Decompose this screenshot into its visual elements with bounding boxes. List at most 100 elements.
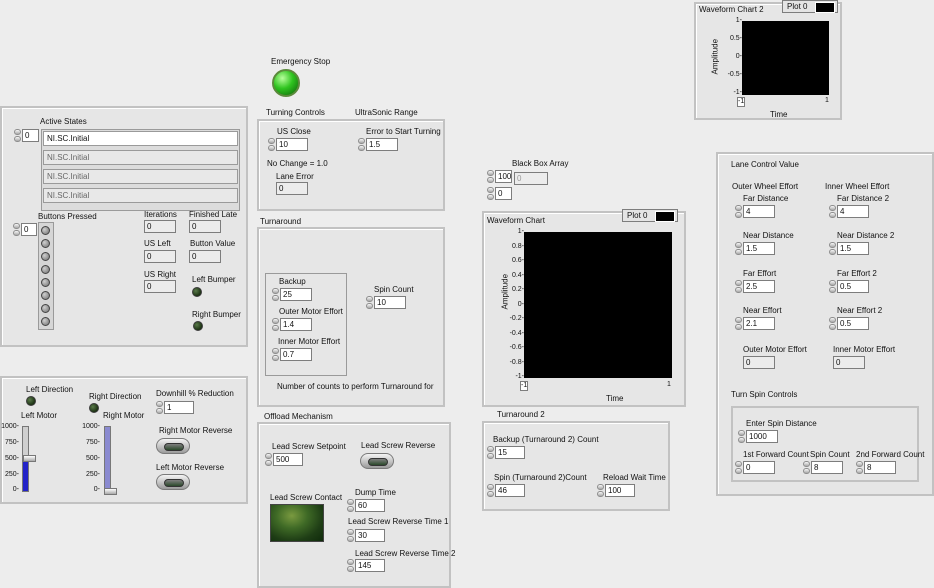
error-to-start-turning-spinner[interactable] — [358, 138, 365, 151]
plot-legend-label: Plot 0 — [787, 2, 808, 11]
left-direction-label: Left Direction — [26, 385, 74, 394]
waveform-chart-x-min[interactable]: -1 — [520, 381, 528, 391]
lead-screw-reverse-label: Lead Screw Reverse — [361, 441, 436, 450]
waveform-chart2-x-label: Time — [770, 110, 788, 119]
left-motor-slider-fill — [23, 458, 28, 491]
right-motor-slider[interactable] — [104, 426, 111, 492]
left-motor-reverse-label: Left Motor Reverse — [156, 463, 225, 472]
lead-screw-reverse-time2-spinner[interactable] — [347, 559, 354, 572]
enter-spin-distance-spinner[interactable] — [738, 430, 745, 443]
enter-spin-distance-label: Enter Spin Distance — [746, 419, 817, 428]
waveform-chart-plot-area[interactable] — [524, 232, 672, 378]
enter-spin-distance-input[interactable]: 1000 — [746, 430, 778, 443]
far-effort-spinner[interactable] — [735, 280, 742, 293]
spin-turnaround2-spinner[interactable] — [487, 484, 494, 497]
far-effort2-input[interactable]: 0.5 — [837, 280, 869, 293]
near-distance2-input[interactable]: 1.5 — [837, 242, 869, 255]
far-effort-input[interactable]: 2.5 — [743, 280, 775, 293]
spin-count-ts-spinner[interactable] — [803, 461, 810, 474]
spin-count-ts-input[interactable]: 8 — [811, 461, 843, 474]
lead-screw-reverse-time1-input[interactable]: 30 — [355, 529, 385, 542]
inner-motor-effort-spinner[interactable] — [272, 348, 279, 361]
button-pressed-led — [41, 265, 50, 274]
outer-motor-effort-spinner[interactable] — [272, 318, 279, 331]
button-pressed-led — [41, 304, 50, 313]
turnaround2-title: Turnaround 2 — [497, 410, 545, 419]
button-value-value: 0 — [189, 250, 221, 263]
lead-screw-reverse-time1-spinner[interactable] — [347, 529, 354, 542]
buttons-pressed-index-spinner[interactable] — [13, 223, 20, 236]
waveform-chart-y-tick: -1- — [515, 373, 524, 380]
waveform-chart2-plot-legend[interactable]: Plot 0 — [782, 0, 838, 13]
near-effort-input[interactable]: 2.1 — [743, 317, 775, 330]
error-to-start-turning-input[interactable]: 1.5 — [366, 138, 398, 151]
right-motor-slider-thumb[interactable] — [104, 488, 117, 495]
spin-count-spinner[interactable] — [366, 296, 373, 309]
black-box-index2-spinner[interactable] — [487, 187, 494, 200]
near-effort-label: Near Effort — [743, 306, 782, 315]
spin-turnaround2-input[interactable]: 46 — [495, 484, 525, 497]
lead-screw-setpoint-spinner[interactable] — [265, 453, 272, 466]
far-effort2-label: Far Effort 2 — [837, 269, 877, 278]
reload-wait-time-input[interactable]: 100 — [605, 484, 635, 497]
black-box-index1[interactable]: 100 — [495, 170, 512, 183]
second-forward-count-input[interactable]: 8 — [864, 461, 896, 474]
backup-input[interactable]: 25 — [280, 288, 312, 301]
lead-screw-reverse-time2-input[interactable]: 145 — [355, 559, 385, 572]
black-box-index1-spinner[interactable] — [487, 170, 494, 183]
lane-error-value: 0 — [276, 182, 308, 195]
first-forward-count-input[interactable]: 0 — [743, 461, 775, 474]
lead-screw-contact-led[interactable] — [270, 504, 324, 542]
far-distance2-spinner[interactable] — [829, 205, 836, 218]
far-effort2-spinner[interactable] — [829, 280, 836, 293]
waveform-chart2-title: Waveform Chart 2 — [699, 5, 764, 14]
waveform-chart-plot-legend[interactable]: Plot 0 — [622, 209, 678, 222]
inner-motor-effort-label: Inner Motor Effort — [278, 337, 341, 346]
near-effort-spinner[interactable] — [735, 317, 742, 330]
offload-title: Offload Mechanism — [264, 412, 333, 421]
right-motor-reverse-switch[interactable] — [156, 438, 190, 454]
right-bumper-led — [193, 321, 203, 331]
downhill-reduction-spinner[interactable] — [156, 401, 163, 414]
us-close-spinner[interactable] — [268, 138, 275, 151]
near-effort2-spinner[interactable] — [829, 317, 836, 330]
far-distance2-input[interactable]: 4 — [837, 205, 869, 218]
spin-count-input[interactable]: 10 — [374, 296, 406, 309]
dump-time-spinner[interactable] — [347, 499, 354, 512]
near-distance2-spinner[interactable] — [829, 242, 836, 255]
lead-screw-setpoint-input[interactable]: 500 — [273, 453, 303, 466]
turnaround-note: Number of counts to perform Turnaround f… — [277, 382, 434, 391]
second-forward-count-spinner[interactable] — [856, 461, 863, 474]
outer-motor-effort-input[interactable]: 1.4 — [280, 318, 312, 331]
buttons-pressed-index[interactable]: 0 — [21, 223, 37, 236]
near-effort2-input[interactable]: 0.5 — [837, 317, 869, 330]
waveform-chart2-y-label: Amplitude — [710, 38, 720, 75]
right-motor-label: Right Motor — [103, 411, 145, 420]
turning-controls-title: Turning Controls — [266, 108, 325, 117]
us-close-input[interactable]: 10 — [276, 138, 308, 151]
first-forward-count-spinner[interactable] — [735, 461, 742, 474]
backup-spinner[interactable] — [272, 288, 279, 301]
near-distance-spinner[interactable] — [735, 242, 742, 255]
downhill-reduction-input[interactable]: 1 — [164, 401, 194, 414]
waveform-chart2-plot-area[interactable] — [742, 21, 829, 95]
active-states-index[interactable]: 0 — [22, 129, 39, 142]
emergency-stop-led[interactable] — [272, 69, 300, 97]
far-distance-input[interactable]: 4 — [743, 205, 775, 218]
left-motor-slider-thumb[interactable] — [23, 455, 36, 462]
reload-wait-time-spinner[interactable] — [597, 484, 604, 497]
lead-screw-reverse-switch[interactable] — [360, 453, 394, 469]
left-motor-reverse-switch[interactable] — [156, 474, 190, 490]
backup-turnaround2-input[interactable]: 15 — [495, 446, 525, 459]
lane-control-title: Lane Control Value — [731, 160, 799, 169]
dump-time-label: Dump Time — [355, 488, 396, 497]
black-box-index2[interactable]: 0 — [495, 187, 512, 200]
backup-turnaround2-spinner[interactable] — [487, 446, 494, 459]
dump-time-input[interactable]: 60 — [355, 499, 385, 512]
waveform-chart2-x-min[interactable]: -1 — [737, 97, 745, 107]
inner-motor-effort-input[interactable]: 0.7 — [280, 348, 312, 361]
downhill-reduction-label: Downhill % Reduction — [156, 389, 234, 398]
far-distance-spinner[interactable] — [735, 205, 742, 218]
active-states-index-spinner[interactable] — [14, 129, 21, 142]
near-distance-input[interactable]: 1.5 — [743, 242, 775, 255]
